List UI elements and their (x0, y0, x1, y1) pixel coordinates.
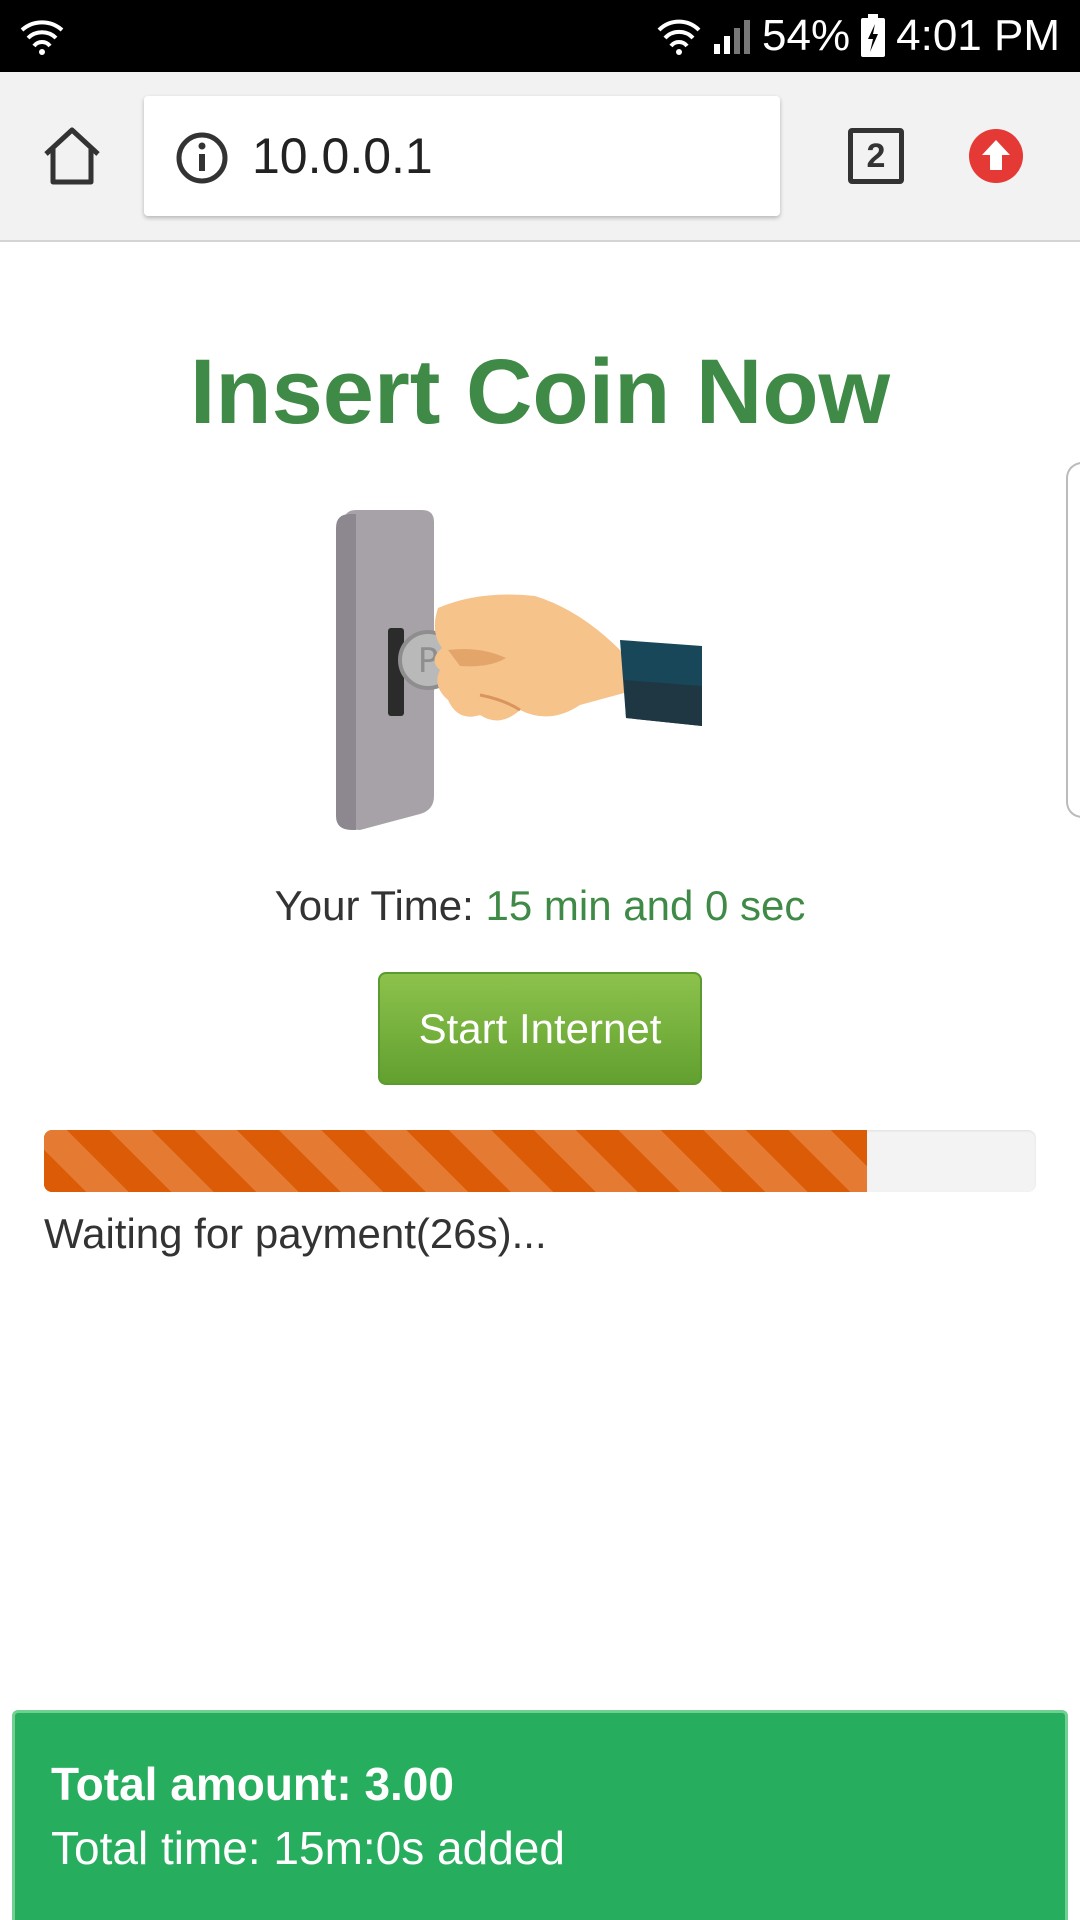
info-icon[interactable] (176, 132, 228, 184)
clock: 4:01 PM (896, 11, 1060, 60)
time-value: 15 min and 0 sec (485, 882, 806, 929)
tabs-button[interactable]: 2 (848, 128, 904, 184)
url-text[interactable]: 10.0.0.1 (252, 126, 433, 186)
total-amount: Total amount: 3.00 (51, 1758, 454, 1810)
total-time: Total time: 15m:0s added (51, 1822, 565, 1874)
time-label: Your Time: (274, 882, 474, 929)
start-internet-label: Start Internet (418, 1004, 662, 1052)
wifi-icon (657, 19, 701, 55)
progress-fill (44, 1130, 868, 1192)
wifi-question-icon (20, 20, 64, 55)
battery-percent: 54% (762, 11, 851, 60)
page-title: Insert Coin Now (189, 341, 891, 443)
upload-icon[interactable] (968, 128, 1024, 184)
side-drawer-handle[interactable] (1066, 462, 1080, 818)
home-icon[interactable] (40, 124, 104, 188)
browser-toolbar: 10.0.0.1 2 (0, 72, 1080, 242)
payment-progress-bar (44, 1130, 1036, 1192)
totals-panel: Total amount: 3.00 Total time: 15m:0s ad… (12, 1710, 1068, 1920)
status-bar: 54% 4:01 PM (0, 0, 1080, 72)
signal-icon (714, 20, 751, 54)
tab-count: 2 (866, 136, 886, 175)
waiting-status: Waiting for payment(26s)... (44, 1210, 547, 1257)
battery-charging-icon (861, 14, 886, 57)
address-bar[interactable]: 10.0.0.1 (144, 96, 780, 216)
coin-slot-illustration: P (336, 510, 702, 830)
start-internet-button[interactable]: Start Internet (378, 972, 702, 1085)
your-time: Your Time: 15 min and 0 sec (0, 882, 1080, 930)
